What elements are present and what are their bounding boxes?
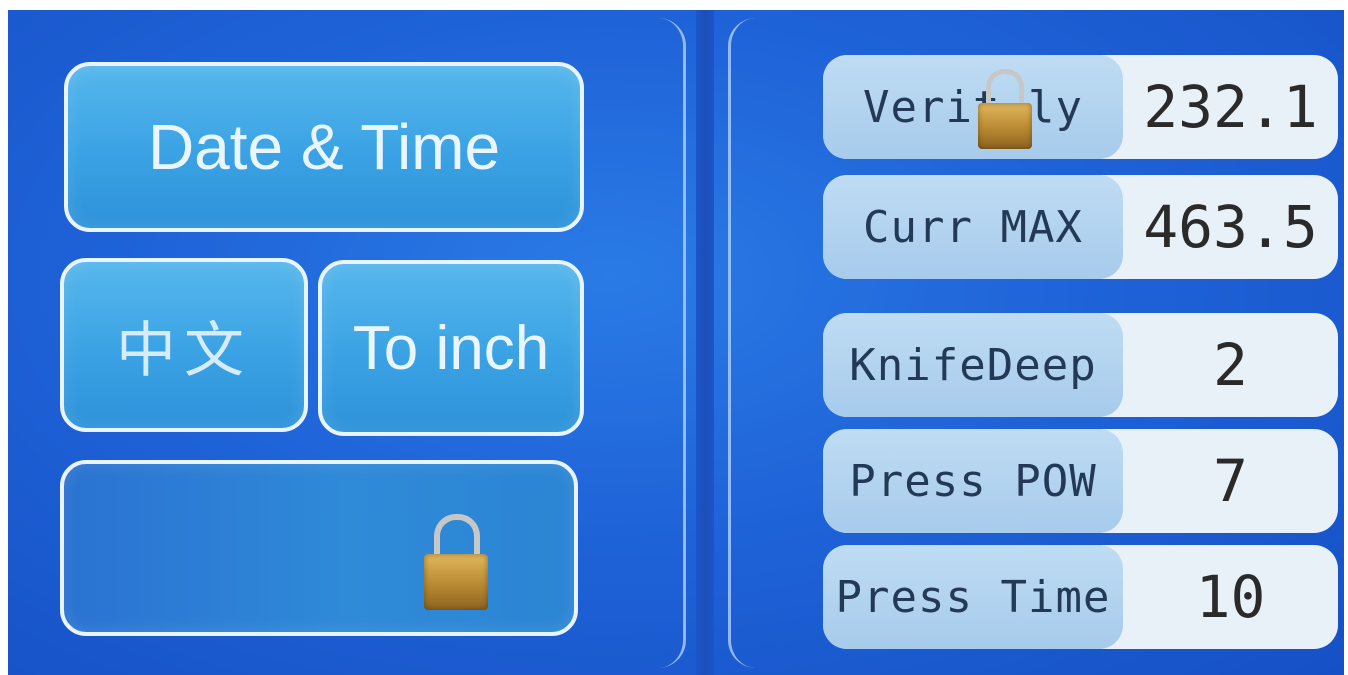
hmi-screen: Date & Time 中文 To inch Verit ly 232.1 Cu… — [8, 10, 1344, 675]
param-row-knife-deep[interactable]: KnifeDeep 2 — [823, 313, 1338, 417]
param-label: Press POW — [823, 429, 1123, 533]
to-inch-button[interactable]: To inch — [318, 260, 584, 436]
param-value[interactable]: 463.5 — [1123, 175, 1338, 279]
param-label: Curr MAX — [823, 175, 1123, 279]
chinese-language-button[interactable]: 中文 — [60, 258, 308, 432]
param-row-verit[interactable]: Verit ly 232.1 — [823, 55, 1338, 159]
param-value[interactable]: 7 — [1123, 429, 1338, 533]
param-value[interactable]: 10 — [1123, 545, 1338, 649]
padlock-body — [978, 103, 1032, 149]
date-time-button[interactable]: Date & Time — [64, 62, 584, 232]
param-label: Verit ly — [823, 55, 1123, 159]
param-label: Press Time — [823, 545, 1123, 649]
padlock-icon — [424, 514, 488, 610]
lock-button[interactable] — [60, 460, 578, 636]
param-value[interactable]: 232.1 — [1123, 55, 1338, 159]
param-label: KnifeDeep — [823, 313, 1123, 417]
param-row-press-time[interactable]: Press Time 10 — [823, 545, 1338, 649]
padlock-body — [424, 554, 488, 610]
param-row-curr-max[interactable]: Curr MAX 463.5 — [823, 175, 1338, 279]
param-value[interactable]: 2 — [1123, 313, 1338, 417]
panel-divider — [696, 10, 714, 675]
param-row-press-pow[interactable]: Press POW 7 — [823, 429, 1338, 533]
padlock-icon — [978, 69, 1032, 149]
